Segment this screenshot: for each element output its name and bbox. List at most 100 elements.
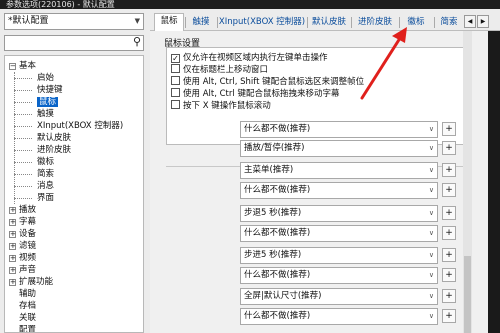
content-scrollbar[interactable] [463, 31, 472, 333]
action-dropdown[interactable]: 什么都不做(推荐) ∨ [240, 121, 438, 138]
scrollbar-thumb[interactable] [464, 256, 471, 333]
expand-icon[interactable]: + [9, 207, 16, 214]
tab-item[interactable]: 鼠标 [154, 13, 184, 32]
action-dropdown[interactable]: 步进5 秒(推荐) ∨ [240, 247, 438, 264]
chevron-right-icon: ▶ [480, 18, 486, 25]
action-dropdown[interactable]: 什么都不做(推荐) ∨ [240, 267, 438, 284]
tab-item[interactable]: 徽标 [400, 15, 432, 31]
add-button[interactable]: + [442, 309, 456, 323]
add-button[interactable]: + [442, 122, 456, 136]
add-button[interactable]: + [442, 141, 456, 155]
add-button[interactable]: + [442, 183, 456, 197]
action-value: 主菜单(推荐) [244, 165, 294, 175]
chevron-down-icon: ∨ [428, 125, 434, 133]
tree-item[interactable]: + 播放 [9, 204, 36, 216]
tree-item[interactable]: 触摸 [37, 108, 54, 120]
action-dropdown[interactable]: 步退5 秒(推荐) ∨ [240, 205, 438, 222]
action-dropdown[interactable]: 全屏|默认尺寸(推荐) ∨ [240, 288, 438, 305]
checkbox-icon[interactable] [171, 76, 180, 85]
tree-item-label: 扩展功能 [19, 277, 54, 287]
preset-dropdown[interactable]: *默认配置 ▼ [4, 13, 144, 30]
tab-scroll-right-button[interactable]: ▶ [477, 15, 489, 28]
tree-item[interactable]: 关联 [9, 312, 36, 324]
tree-item[interactable]: 徽标 [37, 156, 54, 168]
tree-item[interactable]: 进阶皮肤 [37, 144, 71, 156]
action-value: 播放/暂停(推荐) [244, 143, 305, 153]
window-edge [488, 31, 500, 333]
tree-item[interactable]: 快捷键 [37, 84, 63, 96]
tab-scroll-left-button[interactable]: ◀ [464, 15, 476, 28]
collapse-icon[interactable]: − [9, 63, 16, 70]
tab-separator [307, 17, 308, 28]
tree-item[interactable]: 消息 [37, 180, 54, 192]
tree-item[interactable]: + 字幕 [9, 216, 36, 228]
expand-icon[interactable]: + [9, 231, 16, 238]
tab-item[interactable]: 简索 [435, 15, 463, 31]
action-dropdown[interactable]: 播放/暂停(推荐) ∨ [240, 140, 438, 157]
tree-item[interactable]: + 滤镜 [9, 240, 36, 252]
settings-tree[interactable]: − 基本 启始 快捷键 鼠标 触摸 XInput(XBOX 控制器) 默认皮肤 进阶皮肤 徽标 简索… [4, 55, 144, 333]
action-value: 什么都不做(推荐) [244, 311, 311, 321]
tree-item[interactable]: + 视频 [9, 252, 36, 264]
tree-item-label: 基本 [19, 61, 37, 71]
checkbox-icon[interactable] [171, 88, 180, 97]
checkbox-icon[interactable] [171, 64, 180, 73]
tree-item[interactable]: 简索 [37, 168, 54, 180]
checkbox-option[interactable]: 仅在标题栏上移动窗口 [171, 64, 268, 76]
tree-item-label: 设备 [19, 229, 37, 239]
tree-item[interactable]: 界面 [37, 192, 54, 204]
tree-branch-line [14, 162, 32, 163]
tree-item[interactable]: 启始 [37, 72, 54, 84]
checkbox-option[interactable]: ✓ 仅允许在视频区域内执行左键单击操作 [171, 52, 328, 64]
tree-item[interactable]: 辅助 [9, 288, 36, 300]
tree-item-label: 声音 [19, 265, 37, 275]
tree-item[interactable]: 存档 [9, 300, 36, 312]
expand-icon[interactable]: + [9, 219, 16, 226]
action-dropdown[interactable]: 什么都不做(推荐) ∨ [240, 182, 438, 199]
tree-item[interactable]: + 设备 [9, 228, 36, 240]
mouse-action-row: 双击2# X 键:什么都不做(推荐)∨+ [150, 266, 500, 286]
add-button[interactable]: + [442, 206, 456, 220]
expand-icon[interactable]: + [9, 255, 16, 262]
tree-item-label: 辅助 [19, 289, 37, 299]
action-dropdown[interactable]: 什么都不做(推荐) ∨ [240, 308, 438, 325]
action-dropdown[interactable]: 主菜单(推荐) ∨ [240, 162, 438, 179]
expand-icon[interactable]: + [9, 243, 16, 250]
search-icon[interactable]: ⚲ [133, 35, 141, 48]
add-button[interactable]: + [442, 268, 456, 282]
tree-item-label: 启始 [37, 73, 55, 83]
tree-item[interactable]: 默认皮肤 [37, 132, 71, 144]
checkbox-option[interactable]: 使用 Alt, Ctrl, Shift 键配合鼠标选区来调整帧位 [171, 76, 364, 88]
expand-icon[interactable]: + [9, 267, 16, 274]
tree-item[interactable]: 鼠标 [37, 96, 59, 108]
tree-item-label: 存档 [19, 301, 37, 311]
action-dropdown[interactable]: 什么都不做(推荐) ∨ [240, 225, 438, 242]
action-value: 什么都不做(推荐) [244, 270, 311, 280]
tree-item[interactable]: − 基本 [9, 60, 36, 72]
tree-item-label: XInput(XBOX 控制器) [37, 121, 124, 131]
tree-item[interactable]: + 声音 [9, 264, 36, 276]
checkbox-icon[interactable] [171, 100, 180, 109]
expand-icon[interactable]: + [9, 279, 16, 286]
add-button[interactable]: + [442, 248, 456, 262]
search-input[interactable]: ⚲ [4, 35, 144, 51]
action-value: 全屏|默认尺寸(推荐) [244, 291, 322, 301]
tab-item[interactable]: 触摸 [186, 15, 216, 31]
tree-branch-line [14, 186, 32, 187]
right-margin [472, 31, 488, 333]
tab-item[interactable]: XInput(XBOX 控制器) [218, 15, 306, 31]
chevron-left-icon: ◀ [467, 18, 473, 25]
tree-item[interactable]: 配置 [9, 324, 36, 332]
tree-branch-line [14, 90, 32, 91]
add-button[interactable]: + [442, 226, 456, 240]
tab-item[interactable]: 进阶皮肤 [352, 15, 398, 31]
tree-item[interactable]: + 扩展功能 [9, 276, 53, 288]
tree-item[interactable]: XInput(XBOX 控制器) [37, 120, 123, 132]
tab-item[interactable]: 默认皮肤 [308, 15, 350, 31]
add-button[interactable]: + [442, 289, 456, 303]
checkbox-option[interactable]: 按下 X 键操作鼠标滚动 [171, 100, 271, 112]
mouse-action-row: 单击2# X 键:步进5 秒(推荐)∨+ [150, 246, 500, 266]
add-button[interactable]: + [442, 163, 456, 177]
checkbox-checked-icon[interactable]: ✓ [171, 54, 180, 63]
checkbox-option[interactable]: 使用 Alt, Ctrl 键配合鼠标拖拽来移动字幕 [171, 88, 339, 100]
